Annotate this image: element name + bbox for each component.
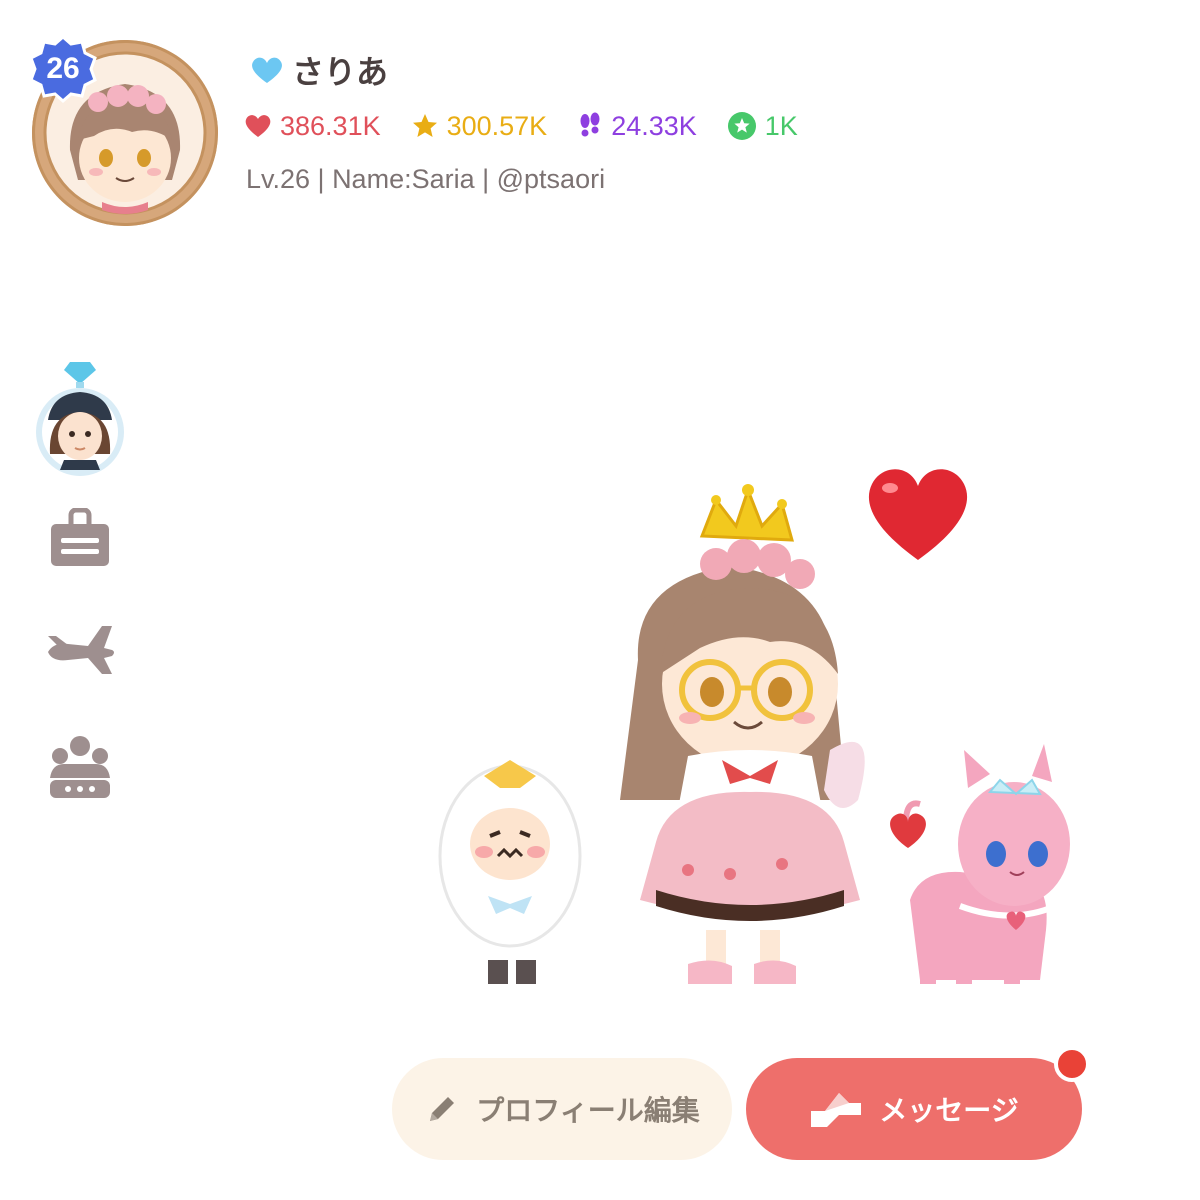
level-badge: 26 bbox=[28, 34, 98, 104]
point-star-circle-icon bbox=[727, 112, 756, 140]
scene-illustration bbox=[438, 469, 1070, 984]
airplane-icon bbox=[48, 626, 114, 674]
stars-count: 300.57K bbox=[446, 110, 548, 141]
stat-points[interactable]: 1K bbox=[727, 111, 798, 142]
steps-count: 24.33K bbox=[611, 110, 697, 141]
display-name: さりあ bbox=[292, 53, 389, 91]
character-scene[interactable] bbox=[420, 460, 1120, 1020]
footprints-icon bbox=[580, 112, 600, 137]
points-count: 1K bbox=[764, 110, 798, 141]
character-avatar-icon bbox=[36, 362, 124, 476]
message-label: メッセージ bbox=[879, 1094, 1019, 1127]
level-badge-text: 26 bbox=[46, 52, 80, 85]
stats-row: 386.31K 300.57K 24.33K 1K bbox=[244, 106, 828, 146]
profile-meta: Lv.26 | Name:Saria | @ptsaori bbox=[246, 164, 606, 194]
blue-heart-icon bbox=[252, 57, 282, 83]
edit-profile-label: プロフィール編集 bbox=[476, 1094, 700, 1127]
id-card-icon bbox=[51, 508, 109, 566]
stat-stars[interactable]: 300.57K bbox=[411, 110, 548, 142]
likes-count: 386.31K bbox=[280, 110, 381, 141]
paper-plane-icon bbox=[811, 1093, 862, 1127]
name-row: さりあ bbox=[250, 48, 388, 92]
side-item-travel[interactable] bbox=[30, 618, 130, 678]
group-icon bbox=[50, 736, 110, 798]
pink-cat-companion bbox=[890, 744, 1070, 984]
heart-icon bbox=[245, 115, 271, 137]
side-item-idcard[interactable] bbox=[30, 508, 130, 570]
notification-dot bbox=[1054, 1046, 1090, 1082]
profile-avatar-block[interactable]: 26 bbox=[29, 35, 222, 232]
side-item-character[interactable] bbox=[30, 356, 130, 480]
message-button[interactable]: メッセージ bbox=[746, 1058, 1082, 1160]
chick-costume-companion bbox=[438, 760, 582, 984]
floating-heart-icon bbox=[868, 469, 968, 560]
main-character bbox=[620, 484, 865, 984]
side-item-friends[interactable] bbox=[30, 734, 130, 800]
stat-likes[interactable]: 386.31K bbox=[244, 111, 381, 142]
pencil-icon bbox=[430, 1097, 455, 1121]
edit-profile-button[interactable]: プロフィール編集 bbox=[392, 1058, 732, 1160]
stat-steps[interactable]: 24.33K bbox=[577, 111, 697, 142]
star-icon bbox=[412, 114, 437, 137]
